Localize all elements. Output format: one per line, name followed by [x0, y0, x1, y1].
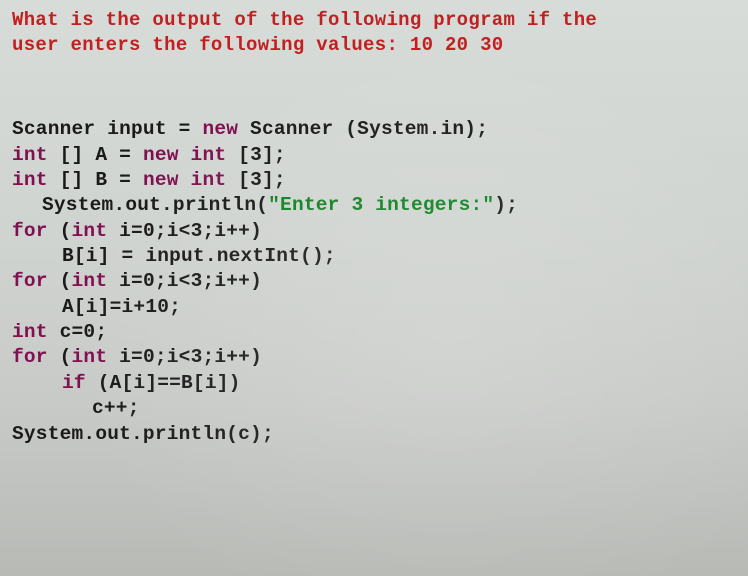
code-line-8: A[i]=i+10; [12, 295, 736, 320]
question-line1: What is the output of the following prog… [12, 8, 736, 33]
code-line-11: if (A[i]==B[i]) [12, 371, 736, 396]
code-line-5: for (int i=0;i<3;i++) [12, 219, 736, 244]
code-line-9: int c=0; [12, 320, 736, 345]
question-line2: user enters the following values: 10 20 … [12, 33, 736, 58]
code-line-2: int [] A = new int [3]; [12, 143, 736, 168]
code-block: Scanner input = new Scanner (System.in);… [12, 117, 736, 446]
code-line-10: for (int i=0;i<3;i++) [12, 345, 736, 370]
code-line-3: int [] B = new int [3]; [12, 168, 736, 193]
question-text: What is the output of the following prog… [12, 8, 736, 57]
code-line-7: for (int i=0;i<3;i++) [12, 269, 736, 294]
code-line-6: B[i] = input.nextInt(); [12, 244, 736, 269]
code-line-1: Scanner input = new Scanner (System.in); [12, 117, 736, 142]
code-line-12: c++; [12, 396, 736, 421]
code-line-4: System.out.println("Enter 3 integers:"); [12, 193, 736, 218]
code-line-13: System.out.println(c); [12, 422, 736, 447]
